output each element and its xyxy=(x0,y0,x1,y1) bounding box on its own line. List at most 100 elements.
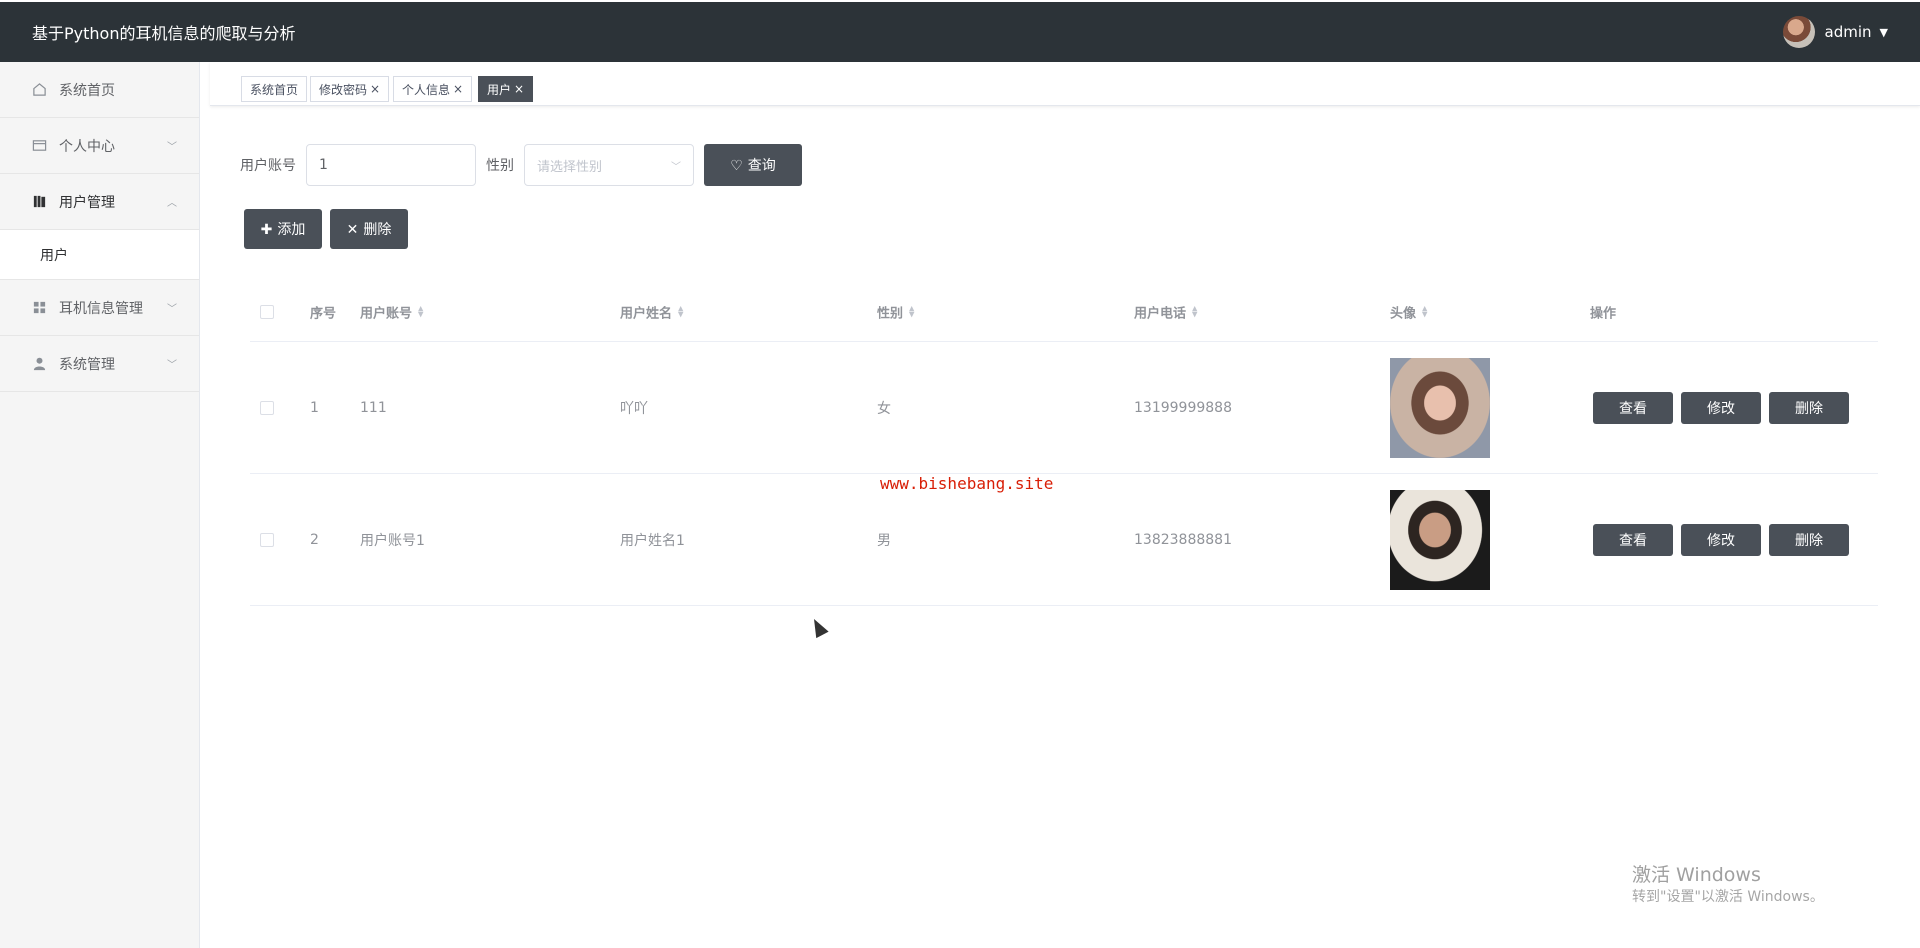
column-header-name[interactable]: 用户姓名 ▲ ▼ xyxy=(620,302,683,321)
column-label: 用户账号 xyxy=(360,306,413,321)
account-input[interactable]: 1 xyxy=(306,144,476,186)
sidebar-item-label: 用户管理 xyxy=(59,194,115,211)
tag-label: 个人信息 xyxy=(402,82,451,97)
sidebar-item-system-management[interactable]: 系统管理 ﹀ xyxy=(0,336,199,392)
close-icon: ✕ xyxy=(346,220,359,237)
sort-icon[interactable]: ▲ ▼ xyxy=(418,305,423,318)
close-icon[interactable]: × xyxy=(453,82,463,96)
row-gender: 女 xyxy=(877,400,891,417)
column-label: 用户姓名 xyxy=(620,306,673,321)
sort-icon[interactable]: ▲ ▼ xyxy=(909,305,914,318)
tag-label: 修改密码 xyxy=(319,82,368,97)
sort-icon[interactable]: ▲ ▼ xyxy=(1422,305,1427,318)
tag-user[interactable]: 用户 × xyxy=(478,76,534,102)
avatar[interactable] xyxy=(1782,16,1815,48)
row-name: 用户姓名1 xyxy=(620,532,685,549)
select-all-checkbox[interactable] xyxy=(260,304,274,319)
column-header-actions: 操作 xyxy=(1590,302,1616,321)
sidebar-item-home[interactable]: 系统首页 xyxy=(0,62,199,118)
edit-button[interactable]: 修改 xyxy=(1681,524,1761,556)
table-row: 1 111 吖吖 女 13199999888 查看 修改 删除 xyxy=(250,342,1878,474)
table-header: 序号 用户账号 ▲ ▼ 用户姓名 ▲ ▼ 性别 ▲ ▼ 用户电话 ▲ ▼ 头像 ▲ ▼ 操作 xyxy=(250,282,1878,342)
sidebar-item-user-management[interactable]: 用户管理 ︿ xyxy=(0,174,199,230)
windows-activation-hint: 转到"设置"以激活 Windows。 xyxy=(1632,889,1824,905)
view-button[interactable]: 查看 xyxy=(1593,392,1673,424)
sidebar-item-label: 耳机信息管理 xyxy=(59,300,143,317)
grid-icon xyxy=(31,300,47,316)
sidebar-item-label: 用户 xyxy=(40,247,68,264)
female-avatar-image xyxy=(1390,357,1490,458)
chevron-down-icon: ﹀ xyxy=(167,360,177,371)
gender-select[interactable]: 请选择性别 ﹀ xyxy=(524,144,694,186)
mouse-cursor-icon xyxy=(807,615,829,639)
delete-button[interactable]: 删除 xyxy=(1769,524,1849,556)
male-avatar-image xyxy=(1390,489,1490,590)
home-icon xyxy=(31,82,47,98)
sidebar-item-label: 个人中心 xyxy=(59,138,115,155)
column-header-phone[interactable]: 用户电话 ▲ ▼ xyxy=(1134,302,1197,321)
tag-change-password[interactable]: 修改密码 × xyxy=(310,76,390,102)
book-icon xyxy=(31,194,47,210)
row-gender: 男 xyxy=(877,532,891,549)
username[interactable]: admin xyxy=(1825,23,1872,41)
row-checkbox[interactable] xyxy=(260,532,274,547)
sidebar-item-earphone-management[interactable]: 耳机信息管理 ﹀ xyxy=(0,280,199,336)
row-name: 吖吖 xyxy=(620,400,648,417)
checkbox[interactable] xyxy=(260,400,274,415)
close-icon[interactable]: × xyxy=(370,82,380,96)
chevron-down-icon: ﹀ xyxy=(671,161,681,173)
row-account: 用户账号1 xyxy=(360,532,425,549)
sort-icon[interactable]: ▲ ▼ xyxy=(1192,305,1197,318)
heart-icon: ♡ xyxy=(730,156,743,173)
sidebar-item-label: 系统管理 xyxy=(59,356,115,373)
user-icon xyxy=(31,356,47,372)
column-header-account[interactable]: 用户账号 ▲ ▼ xyxy=(360,302,423,321)
row-index: 1 xyxy=(310,399,319,416)
account-label: 用户账号 xyxy=(240,158,296,174)
checkbox[interactable] xyxy=(260,304,274,319)
column-label: 操作 xyxy=(1590,306,1617,321)
site-watermark: www.bishebang.site xyxy=(880,474,1054,493)
row-phone: 13199999888 xyxy=(1134,399,1232,416)
column-header-avatar[interactable]: 头像 ▲ ▼ xyxy=(1390,302,1427,321)
tag-personal-info[interactable]: 个人信息 × xyxy=(393,76,473,102)
add-button-label: 添加 xyxy=(277,221,306,237)
batch-delete-button-label: 删除 xyxy=(363,221,392,237)
column-label: 序号 xyxy=(310,306,337,321)
query-button[interactable]: ♡ 查询 xyxy=(704,144,802,186)
wallet-icon xyxy=(31,138,47,154)
column-label: 头像 xyxy=(1390,306,1417,321)
sidebar-subitem-user[interactable]: 用户 xyxy=(0,230,199,280)
top-navbar: 基于Python的耳机信息的爬取与分析 admin ▼ xyxy=(0,2,1920,62)
column-label: 用户电话 xyxy=(1134,306,1187,321)
gender-label: 性别 xyxy=(486,158,514,174)
sidebar-item-personal-center[interactable]: 个人中心 ﹀ xyxy=(0,118,199,174)
batch-delete-button[interactable]: ✕ 删除 xyxy=(330,209,408,249)
checkbox[interactable] xyxy=(260,532,274,547)
close-icon[interactable]: × xyxy=(514,82,524,96)
tag-home[interactable]: 系统首页 xyxy=(241,76,308,102)
delete-button[interactable]: 删除 xyxy=(1769,392,1849,424)
table-row: 2 用户账号1 用户姓名1 男 13823888881 查看 修改 删除 xyxy=(250,474,1878,606)
column-header-gender[interactable]: 性别 ▲ ▼ xyxy=(877,302,914,321)
app-title: 基于Python的耳机信息的爬取与分析 xyxy=(32,24,296,43)
tag-label: 用户 xyxy=(487,82,512,97)
add-button[interactable]: ✚ 添加 xyxy=(244,209,322,249)
sort-icon[interactable]: ▲ ▼ xyxy=(678,305,683,318)
tag-label: 系统首页 xyxy=(250,82,299,97)
gender-select-placeholder: 请选择性别 xyxy=(537,159,603,175)
plus-icon: ✚ xyxy=(260,220,273,237)
chevron-up-icon: ︿ xyxy=(167,198,177,209)
row-phone: 13823888881 xyxy=(1134,531,1232,548)
sidebar-item-label: 系统首页 xyxy=(59,82,115,99)
user-menu[interactable]: admin ▼ xyxy=(1782,16,1888,48)
windows-activation-title: 激活 Windows xyxy=(1632,864,1761,886)
column-label: 性别 xyxy=(877,306,904,321)
view-button[interactable]: 查看 xyxy=(1593,524,1673,556)
chevron-down-icon: ﹀ xyxy=(167,304,177,315)
row-checkbox[interactable] xyxy=(260,400,274,415)
chevron-down-icon: ﹀ xyxy=(167,142,177,153)
edit-button[interactable]: 修改 xyxy=(1681,392,1761,424)
caret-down-icon[interactable]: ▼ xyxy=(1880,26,1888,39)
row-index: 2 xyxy=(310,531,319,548)
